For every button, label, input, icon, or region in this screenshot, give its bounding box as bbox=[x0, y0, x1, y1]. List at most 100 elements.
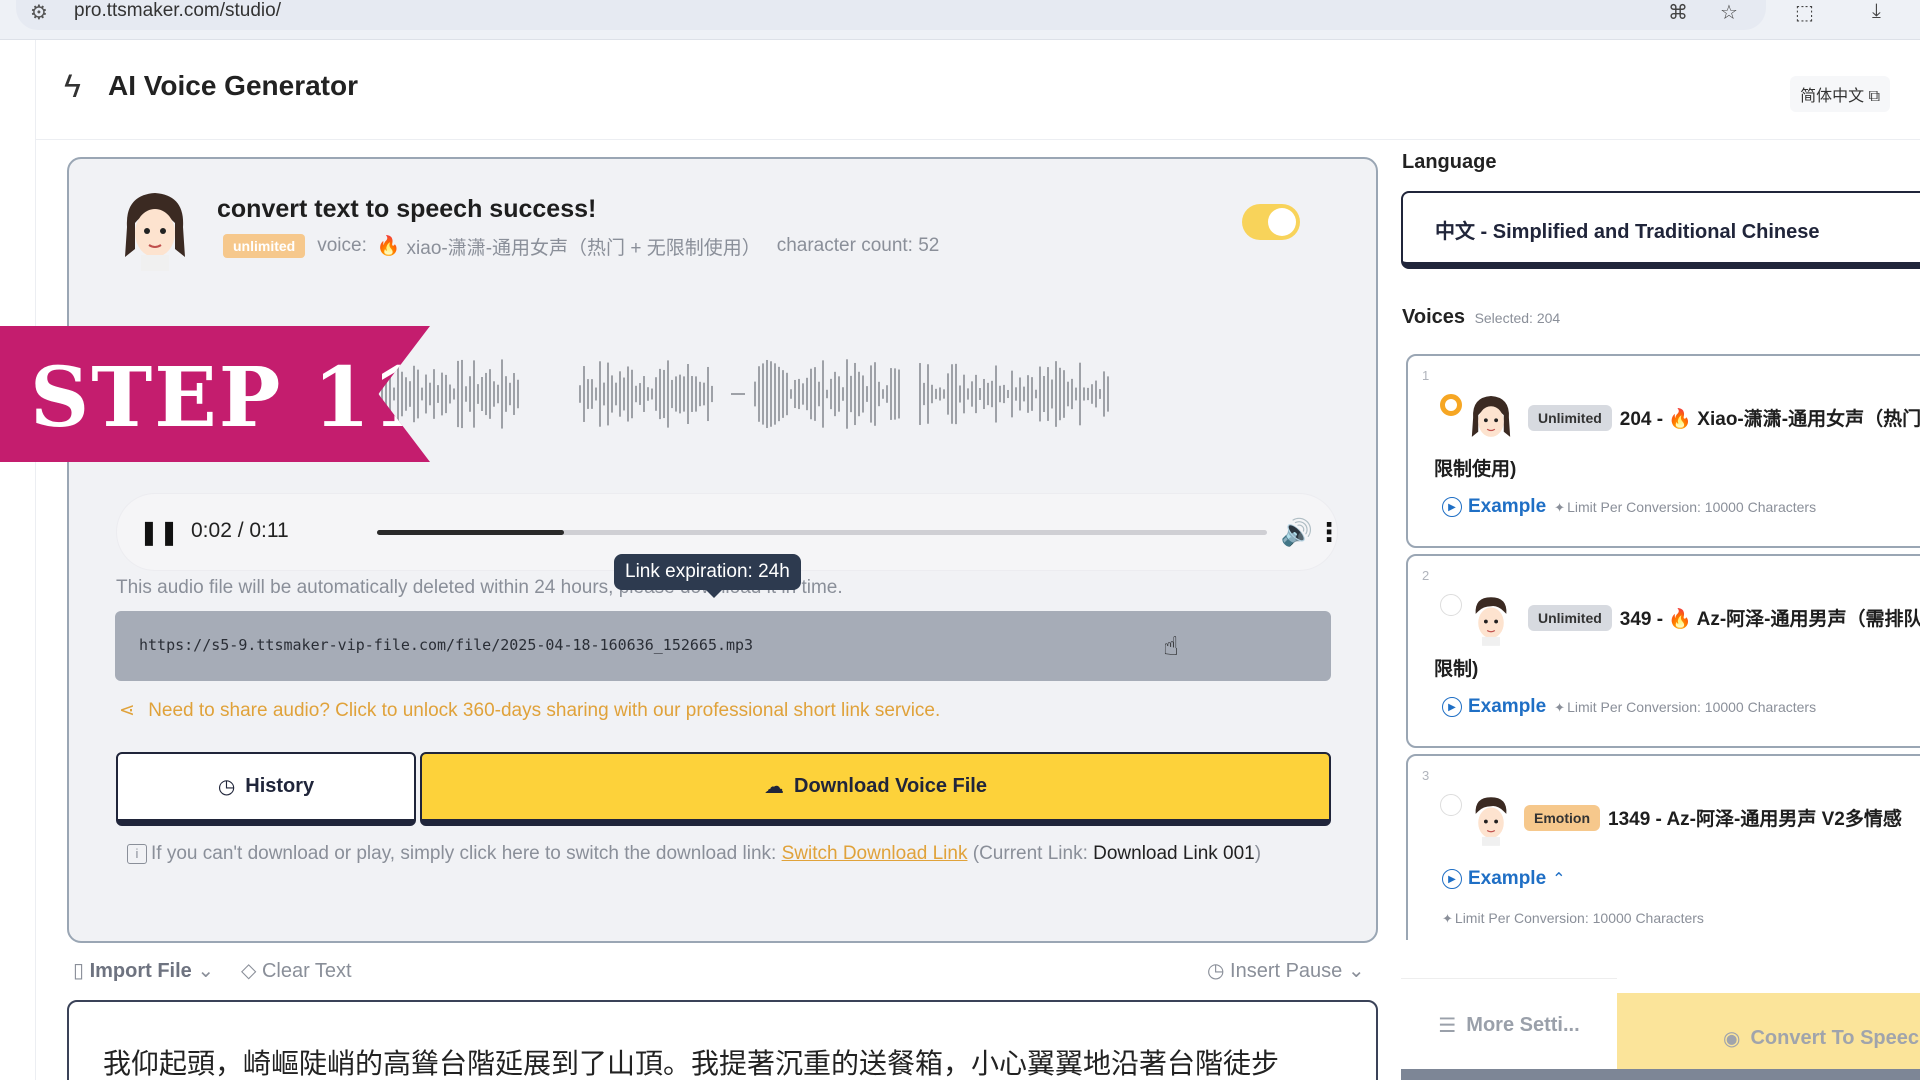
file-url[interactable]: https://s5-9.ttsmaker-vip-file.com/file/… bbox=[139, 636, 753, 654]
language-switch[interactable]: 简体中文 ⧉ bbox=[1790, 76, 1890, 112]
radio-unselected-icon[interactable] bbox=[1440, 594, 1462, 616]
voice-card[interactable]: 3 Emotion 1349 - Az-阿泽-通用男声 V2多情感 ▶ Exam… bbox=[1406, 754, 1920, 940]
waveform-bar bbox=[429, 382, 431, 406]
voice-card[interactable]: 2 Unlimited 349 - 🔥 Az-阿泽-通用男声（需排队 + 无 限… bbox=[1406, 554, 1920, 748]
waveform-bar bbox=[854, 362, 856, 426]
voice-example-row: ▶ Example ✦ Limit Per Conversion: 10000 C… bbox=[1442, 496, 1816, 518]
history-button[interactable]: ◷ History bbox=[116, 752, 416, 826]
waveform-bar bbox=[1015, 387, 1017, 401]
waveform-bar bbox=[587, 379, 589, 409]
star-icon[interactable]: ☆ bbox=[1720, 0, 1738, 25]
waveform-bar bbox=[1011, 370, 1013, 418]
play-circle-icon[interactable]: ▶ bbox=[1442, 869, 1462, 889]
translate-icon[interactable]: ⌘ bbox=[1668, 0, 1688, 25]
chevron-down-icon: ⌄ bbox=[1347, 960, 1365, 982]
waveform-bar bbox=[1107, 376, 1109, 412]
bottom-border bbox=[1401, 1069, 1920, 1080]
waveform-bar bbox=[1103, 371, 1105, 417]
settings-sliders-icon: ☰ bbox=[1438, 1015, 1457, 1037]
voice-avatar-male bbox=[1475, 597, 1507, 646]
file-url-box[interactable]: https://s5-9.ttsmaker-vip-file.com/file/… bbox=[115, 611, 1331, 681]
waveform-bar bbox=[611, 375, 613, 413]
waveform-bar bbox=[595, 387, 597, 401]
convert-label: Convert To Speech bbox=[1750, 1026, 1920, 1049]
waveform-bar bbox=[683, 376, 685, 412]
voice-limit: Limit Per Conversion: 10000 Characters bbox=[1567, 498, 1817, 515]
clear-text-button[interactable]: ◇ Clear Text bbox=[241, 958, 352, 983]
waveform-bar bbox=[850, 375, 852, 413]
waveform-bar bbox=[959, 385, 961, 403]
waveform-bar bbox=[846, 359, 848, 429]
volume-icon[interactable]: 🔊 bbox=[1279, 512, 1315, 552]
voice-limit: Limit Per Conversion: 10000 Characters bbox=[1454, 910, 1704, 926]
waveform-bar bbox=[591, 379, 593, 409]
language-select[interactable]: 中文 - Simplified and Traditional Chinese bbox=[1401, 191, 1920, 269]
pause-button[interactable]: ❚❚ bbox=[139, 516, 179, 548]
download-voice-file-button[interactable]: ☁ Download Voice File bbox=[420, 752, 1331, 826]
more-options-icon[interactable]: ⋮ bbox=[1316, 512, 1342, 552]
text-input-area[interactable]: 我仰起頭，崎嶇陡峭的高聳台階延展到了山頂。我提著沉重的送餐箱，小心翼翼地沿著台階… bbox=[67, 1000, 1378, 1080]
waveform-bar bbox=[441, 372, 443, 416]
waveform-bar bbox=[437, 385, 439, 403]
waveform-bar bbox=[790, 389, 792, 399]
waveform-bar bbox=[635, 385, 637, 403]
voice-title-row: Emotion 1349 - Az-阿泽-通用男声 V2多情感 bbox=[1524, 804, 1902, 831]
waveform-bar bbox=[453, 388, 455, 400]
waveform-bar bbox=[691, 376, 693, 412]
waveform-bar bbox=[987, 382, 989, 406]
address-url[interactable]: pro.ttsmaker.com/studio/ bbox=[74, 0, 281, 22]
cloud-download-icon: ☁ bbox=[764, 776, 784, 798]
sparkle-icon: ✦ bbox=[1554, 699, 1566, 715]
progress-bar[interactable] bbox=[377, 530, 1267, 535]
import-file-button[interactable]: ▯ Import File ⌄ bbox=[73, 958, 214, 983]
share-link[interactable]: ⋖ Need to share audio? Click to unlock 3… bbox=[119, 699, 940, 722]
sparkle-icon: ✦ bbox=[1442, 911, 1453, 926]
waveform-bar bbox=[866, 386, 868, 402]
translate-icon: ⧉ bbox=[1868, 88, 1880, 105]
convert-to-speech-button[interactable]: ◉ Convert To Speech bbox=[1617, 993, 1920, 1080]
waveform-bar bbox=[477, 384, 479, 404]
voice-card[interactable]: 1 Unlimited 204 - 🔥 Xiao-潇潇-通用女声（热门 + 无 … bbox=[1406, 354, 1920, 548]
more-settings-button[interactable]: ☰ More Setti... bbox=[1401, 978, 1617, 1072]
waveform-bar bbox=[1031, 377, 1033, 411]
waveform-bar bbox=[485, 372, 487, 416]
waveform-bar bbox=[579, 385, 581, 403]
waveform-bar bbox=[766, 359, 768, 429]
waveform-bar bbox=[425, 374, 427, 414]
download-icon[interactable]: ⤓ bbox=[1872, 0, 1881, 23]
waveform-bar bbox=[505, 376, 507, 412]
radio-selected-icon[interactable] bbox=[1440, 394, 1462, 416]
waveform-bar bbox=[1079, 362, 1081, 426]
current-link-value: Download Link 001 bbox=[1093, 843, 1255, 864]
radio-unselected-icon[interactable] bbox=[1440, 794, 1462, 816]
success-title: convert text to speech success! bbox=[217, 195, 597, 223]
example-link[interactable]: Example bbox=[1468, 868, 1546, 890]
waveform-bar bbox=[886, 385, 888, 403]
voices-selected-count: Selected: 204 bbox=[1474, 310, 1561, 326]
site-settings-icon[interactable]: ⚙ bbox=[30, 0, 48, 25]
waveform-bar bbox=[1083, 387, 1085, 401]
extensions-icon[interactable]: ⬚ bbox=[1795, 0, 1814, 25]
waveform-bar bbox=[939, 387, 941, 401]
text-input-content[interactable]: 我仰起頭，崎嶇陡峭的高聳台階延展到了山頂。我提著沉重的送餐箱，小心翼翼地沿著台階… bbox=[103, 1042, 1279, 1080]
insert-pause-button[interactable]: ◷ Insert Pause ⌄ bbox=[1207, 958, 1365, 983]
play-circle-icon[interactable]: ▶ bbox=[1442, 497, 1462, 517]
switch-download-link[interactable]: Switch Download Link bbox=[782, 843, 968, 864]
waveform-bar bbox=[758, 366, 760, 422]
waveform-bar bbox=[457, 360, 459, 428]
waveform-bar bbox=[421, 387, 423, 401]
voices-label: Voices bbox=[1402, 306, 1465, 328]
toggle-switch[interactable] bbox=[1242, 204, 1300, 240]
waveform-bar bbox=[870, 365, 872, 423]
share-text: Need to share audio? Click to unlock 360… bbox=[148, 700, 941, 721]
voice-badge: Unlimited bbox=[1528, 404, 1612, 431]
insert-pause-label: Insert Pause bbox=[1230, 960, 1343, 982]
voice-title: 1349 - Az-阿泽-通用男声 V2多情感 bbox=[1608, 809, 1902, 830]
waveform-bar bbox=[963, 374, 965, 414]
example-link[interactable]: Example bbox=[1468, 496, 1546, 518]
play-circle-icon[interactable]: ▶ bbox=[1442, 697, 1462, 717]
waveform-bar bbox=[1051, 379, 1053, 409]
voice-title-continued: 限制) bbox=[1434, 659, 1479, 680]
chevron-up-icon[interactable]: ⌃ bbox=[1552, 869, 1565, 889]
example-link[interactable]: Example bbox=[1468, 696, 1546, 718]
